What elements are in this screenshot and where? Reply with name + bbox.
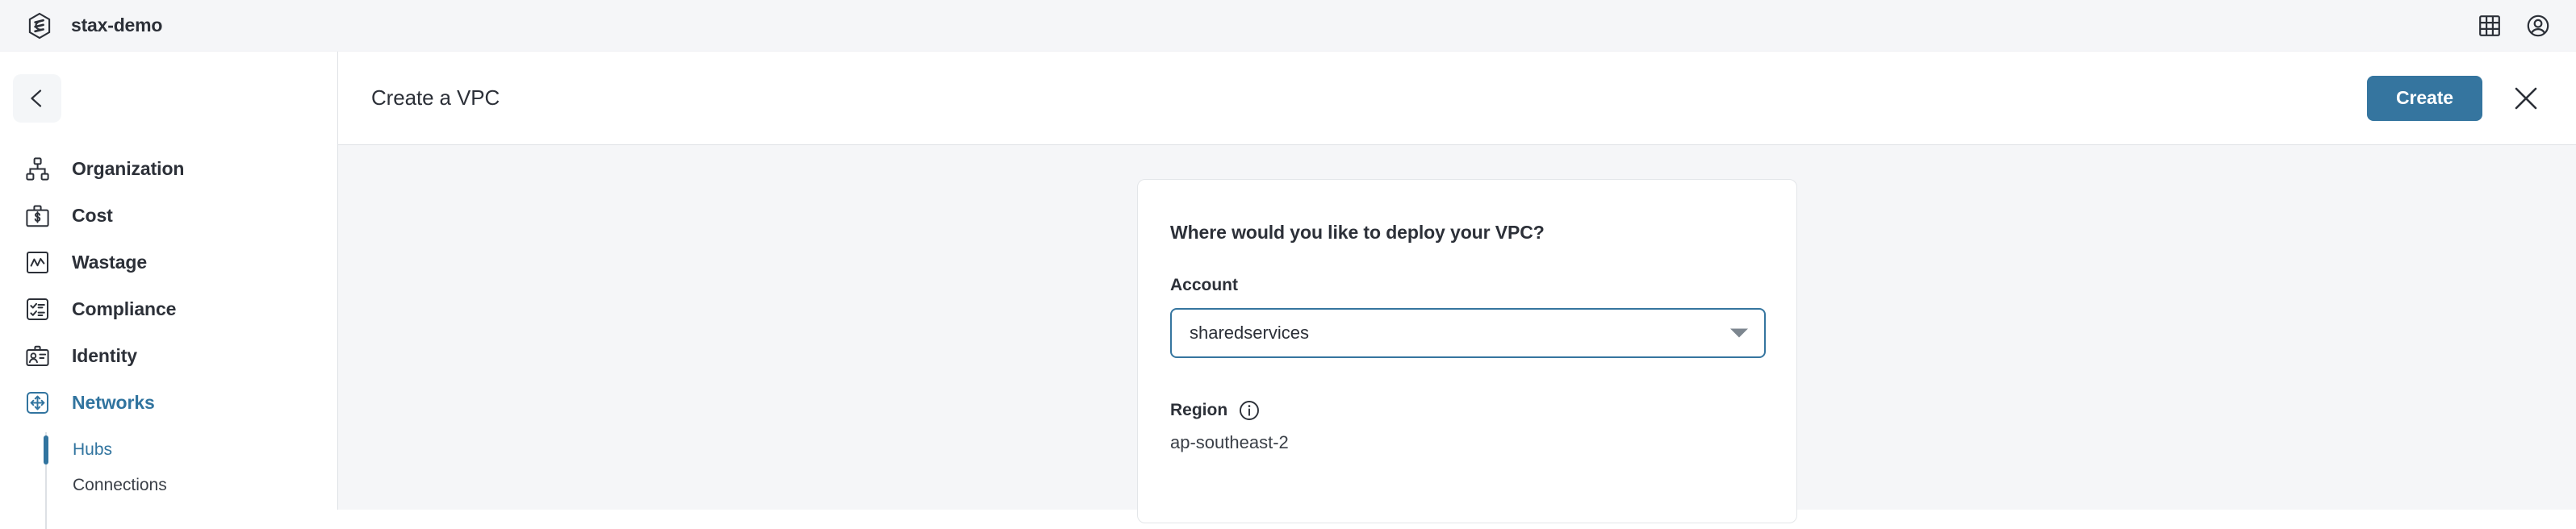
content-area: Where would you like to deploy your VPC?…: [338, 145, 2576, 523]
sidebar-item-label: Compliance: [72, 298, 177, 319]
sidebar-subitem-connections[interactable]: Connections: [45, 468, 338, 503]
sidebar-item-label: Organization: [72, 157, 185, 179]
create-button[interactable]: Create: [2367, 75, 2482, 121]
account-label: Account: [1170, 276, 1238, 294]
region-label: Region: [1170, 401, 1228, 419]
id-card-icon: [24, 343, 51, 369]
user-account-icon[interactable]: [2526, 14, 2550, 38]
sidebar-collapse-button[interactable]: [13, 74, 61, 123]
chart-box-icon: [24, 249, 51, 276]
account-select[interactable]: sharedservices: [1170, 308, 1766, 358]
chevron-down-icon[interactable]: [1730, 328, 1748, 338]
close-button[interactable]: [2507, 79, 2545, 118]
sidebar-item-identity[interactable]: Identity: [0, 332, 338, 379]
sidebar-item-cost[interactable]: Cost: [0, 192, 338, 239]
sidebar-item-label: Cost: [72, 204, 113, 226]
checklist-box-icon: [24, 296, 51, 323]
sidebar-nav: Organization Cost Wastage Compliance Ide…: [0, 145, 338, 529]
sidebar: Organization Cost Wastage Compliance Ide…: [0, 52, 338, 529]
active-indicator-bar: [44, 471, 48, 500]
page-header-actions: Create: [2367, 75, 2576, 121]
sidebar-item-label: Wastage: [72, 251, 148, 273]
deploy-vpc-card: Where would you like to deploy your VPC?…: [1137, 179, 1797, 523]
sidebar-item-compliance[interactable]: Compliance: [0, 285, 338, 332]
sidebar-item-wastage[interactable]: Wastage: [0, 239, 338, 285]
sidebar-subitem-hubs[interactable]: Hubs: [44, 432, 338, 468]
briefcase-dollar-icon: [24, 202, 51, 229]
close-x-icon: [2515, 87, 2537, 109]
sidebar-subnav: Hubs Connections: [0, 432, 338, 529]
brand[interactable]: stax-demo: [0, 12, 162, 40]
active-indicator-bar: [44, 435, 48, 464]
org-chart-icon: [24, 156, 51, 182]
chevron-left-icon: [31, 90, 42, 107]
info-circle-icon[interactable]: [1239, 400, 1260, 421]
region-label-row: Region: [1170, 400, 1764, 421]
top-bar-actions: [2478, 14, 2576, 38]
brand-name: stax-demo: [71, 15, 163, 35]
sidebar-subitem-label: Connections: [73, 476, 167, 494]
account-select-value: sharedservices: [1190, 323, 1309, 343]
sidebar-item-networks[interactable]: Networks: [0, 379, 338, 426]
move-arrows-box-icon: [24, 389, 51, 416]
stax-hexagon-logo-icon: [26, 12, 53, 40]
sidebar-item-label: Identity: [72, 344, 137, 366]
sidebar-item-label: Networks: [72, 391, 155, 413]
grid-apps-icon[interactable]: [2478, 14, 2502, 38]
card-heading: Where would you like to deploy your VPC?: [1170, 222, 1545, 243]
top-bar: stax-demo: [0, 0, 2576, 52]
sidebar-item-organization[interactable]: Organization: [0, 145, 338, 192]
page-header: Create a VPC Create: [338, 52, 2576, 145]
region-value: ap-southeast-2: [1170, 432, 1289, 452]
page-title: Create a VPC: [371, 85, 500, 110]
account-select-wrapper: sharedservices: [1170, 308, 1766, 358]
sidebar-subitem-label: Hubs: [73, 440, 113, 459]
